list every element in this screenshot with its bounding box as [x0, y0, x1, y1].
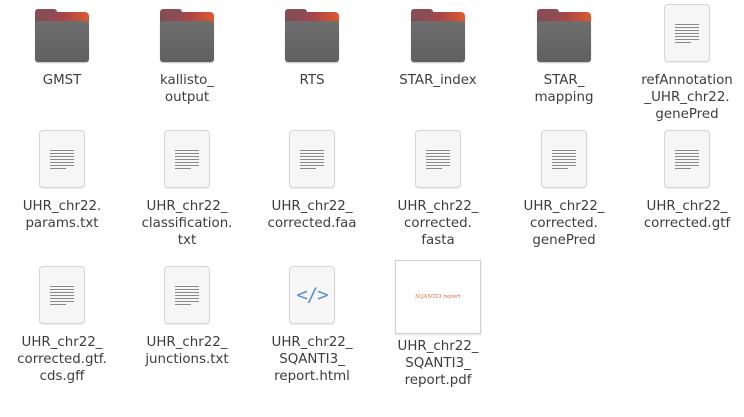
text-file-icon — [164, 130, 210, 188]
pdf-thumbnail: SQANTI3 report — [395, 260, 481, 334]
file-label: UHR_chr22_ junctions.txt — [145, 335, 229, 367]
file-item-corrected-faa[interactable]: UHR_chr22_ corrected.faa — [250, 126, 374, 232]
file-item-corrected-genepred[interactable]: UHR_chr22_ corrected. genePred — [502, 126, 626, 249]
file-label: UHR_chr22_ corrected. fasta — [397, 199, 479, 248]
file-label: GMST — [42, 73, 82, 88]
file-label: RTS — [299, 73, 325, 88]
file-item-corrected-gtf[interactable]: UHR_chr22_ corrected.gtf — [625, 126, 744, 232]
folder-icon — [537, 9, 591, 62]
text-file-icon — [541, 130, 587, 188]
text-file-icon — [39, 130, 85, 188]
file-label: UHR_chr22. params.txt — [22, 199, 102, 231]
file-label: UHR_chr22_ corrected.gtf. cds.gff — [17, 335, 107, 384]
text-file-icon — [39, 266, 85, 324]
file-label: UHR_chr22_ SQANTI3_ report.pdf — [397, 339, 479, 388]
file-label: UHR_chr22_ corrected. genePred — [523, 199, 605, 248]
text-file-icon — [289, 130, 335, 188]
file-label: UHR_chr22_ classification. txt — [141, 199, 233, 248]
file-item-gmst[interactable]: GMST — [0, 0, 124, 89]
file-grid: GMST kallisto_ output RTS STAR_index STA… — [0, 0, 744, 417]
folder-icon — [160, 9, 214, 62]
file-item-refannotation-genepred[interactable]: refAnnotation _UHR_chr22. genePred — [625, 0, 744, 123]
file-item-junctions-txt[interactable]: UHR_chr22_ junctions.txt — [125, 262, 249, 368]
text-file-icon — [415, 130, 461, 188]
file-item-star-mapping[interactable]: STAR_ mapping — [502, 0, 626, 106]
folder-icon — [285, 9, 339, 62]
pdf-thumbnail-title: SQANTI3 report — [415, 294, 461, 300]
file-label: UHR_chr22_ SQANTI3_ report.html — [271, 335, 353, 384]
file-item-classification-txt[interactable]: UHR_chr22_ classification. txt — [125, 126, 249, 249]
file-label: STAR_index — [399, 73, 477, 88]
text-file-icon — [164, 266, 210, 324]
file-item-params-txt[interactable]: UHR_chr22. params.txt — [0, 126, 124, 232]
folder-icon — [35, 9, 89, 62]
folder-icon — [411, 9, 465, 62]
file-item-corrected-gtf-cds-gff[interactable]: UHR_chr22_ corrected.gtf. cds.gff — [0, 262, 124, 385]
file-item-kallisto-output[interactable]: kallisto_ output — [125, 0, 249, 106]
code-file-icon: </> — [289, 266, 335, 324]
file-label: UHR_chr22_ corrected.gtf — [643, 199, 731, 231]
file-label: kallisto_ output — [159, 73, 214, 105]
code-glyph: </> — [296, 284, 328, 306]
file-label: UHR_chr22_ corrected.faa — [267, 199, 357, 231]
file-label: STAR_ mapping — [534, 73, 594, 105]
file-item-rts[interactable]: RTS — [250, 0, 374, 89]
text-file-icon — [664, 4, 710, 62]
file-item-corrected-fasta[interactable]: UHR_chr22_ corrected. fasta — [376, 126, 500, 249]
file-item-star-index[interactable]: STAR_index — [376, 0, 500, 89]
file-item-sqanti3-report-pdf[interactable]: SQANTI3 report UHR_chr22_ SQANTI3_ repor… — [376, 260, 500, 389]
text-file-icon — [664, 130, 710, 188]
file-label: refAnnotation _UHR_chr22. genePred — [641, 73, 733, 122]
file-item-sqanti3-report-html[interactable]: </> UHR_chr22_ SQANTI3_ report.html — [250, 262, 374, 385]
